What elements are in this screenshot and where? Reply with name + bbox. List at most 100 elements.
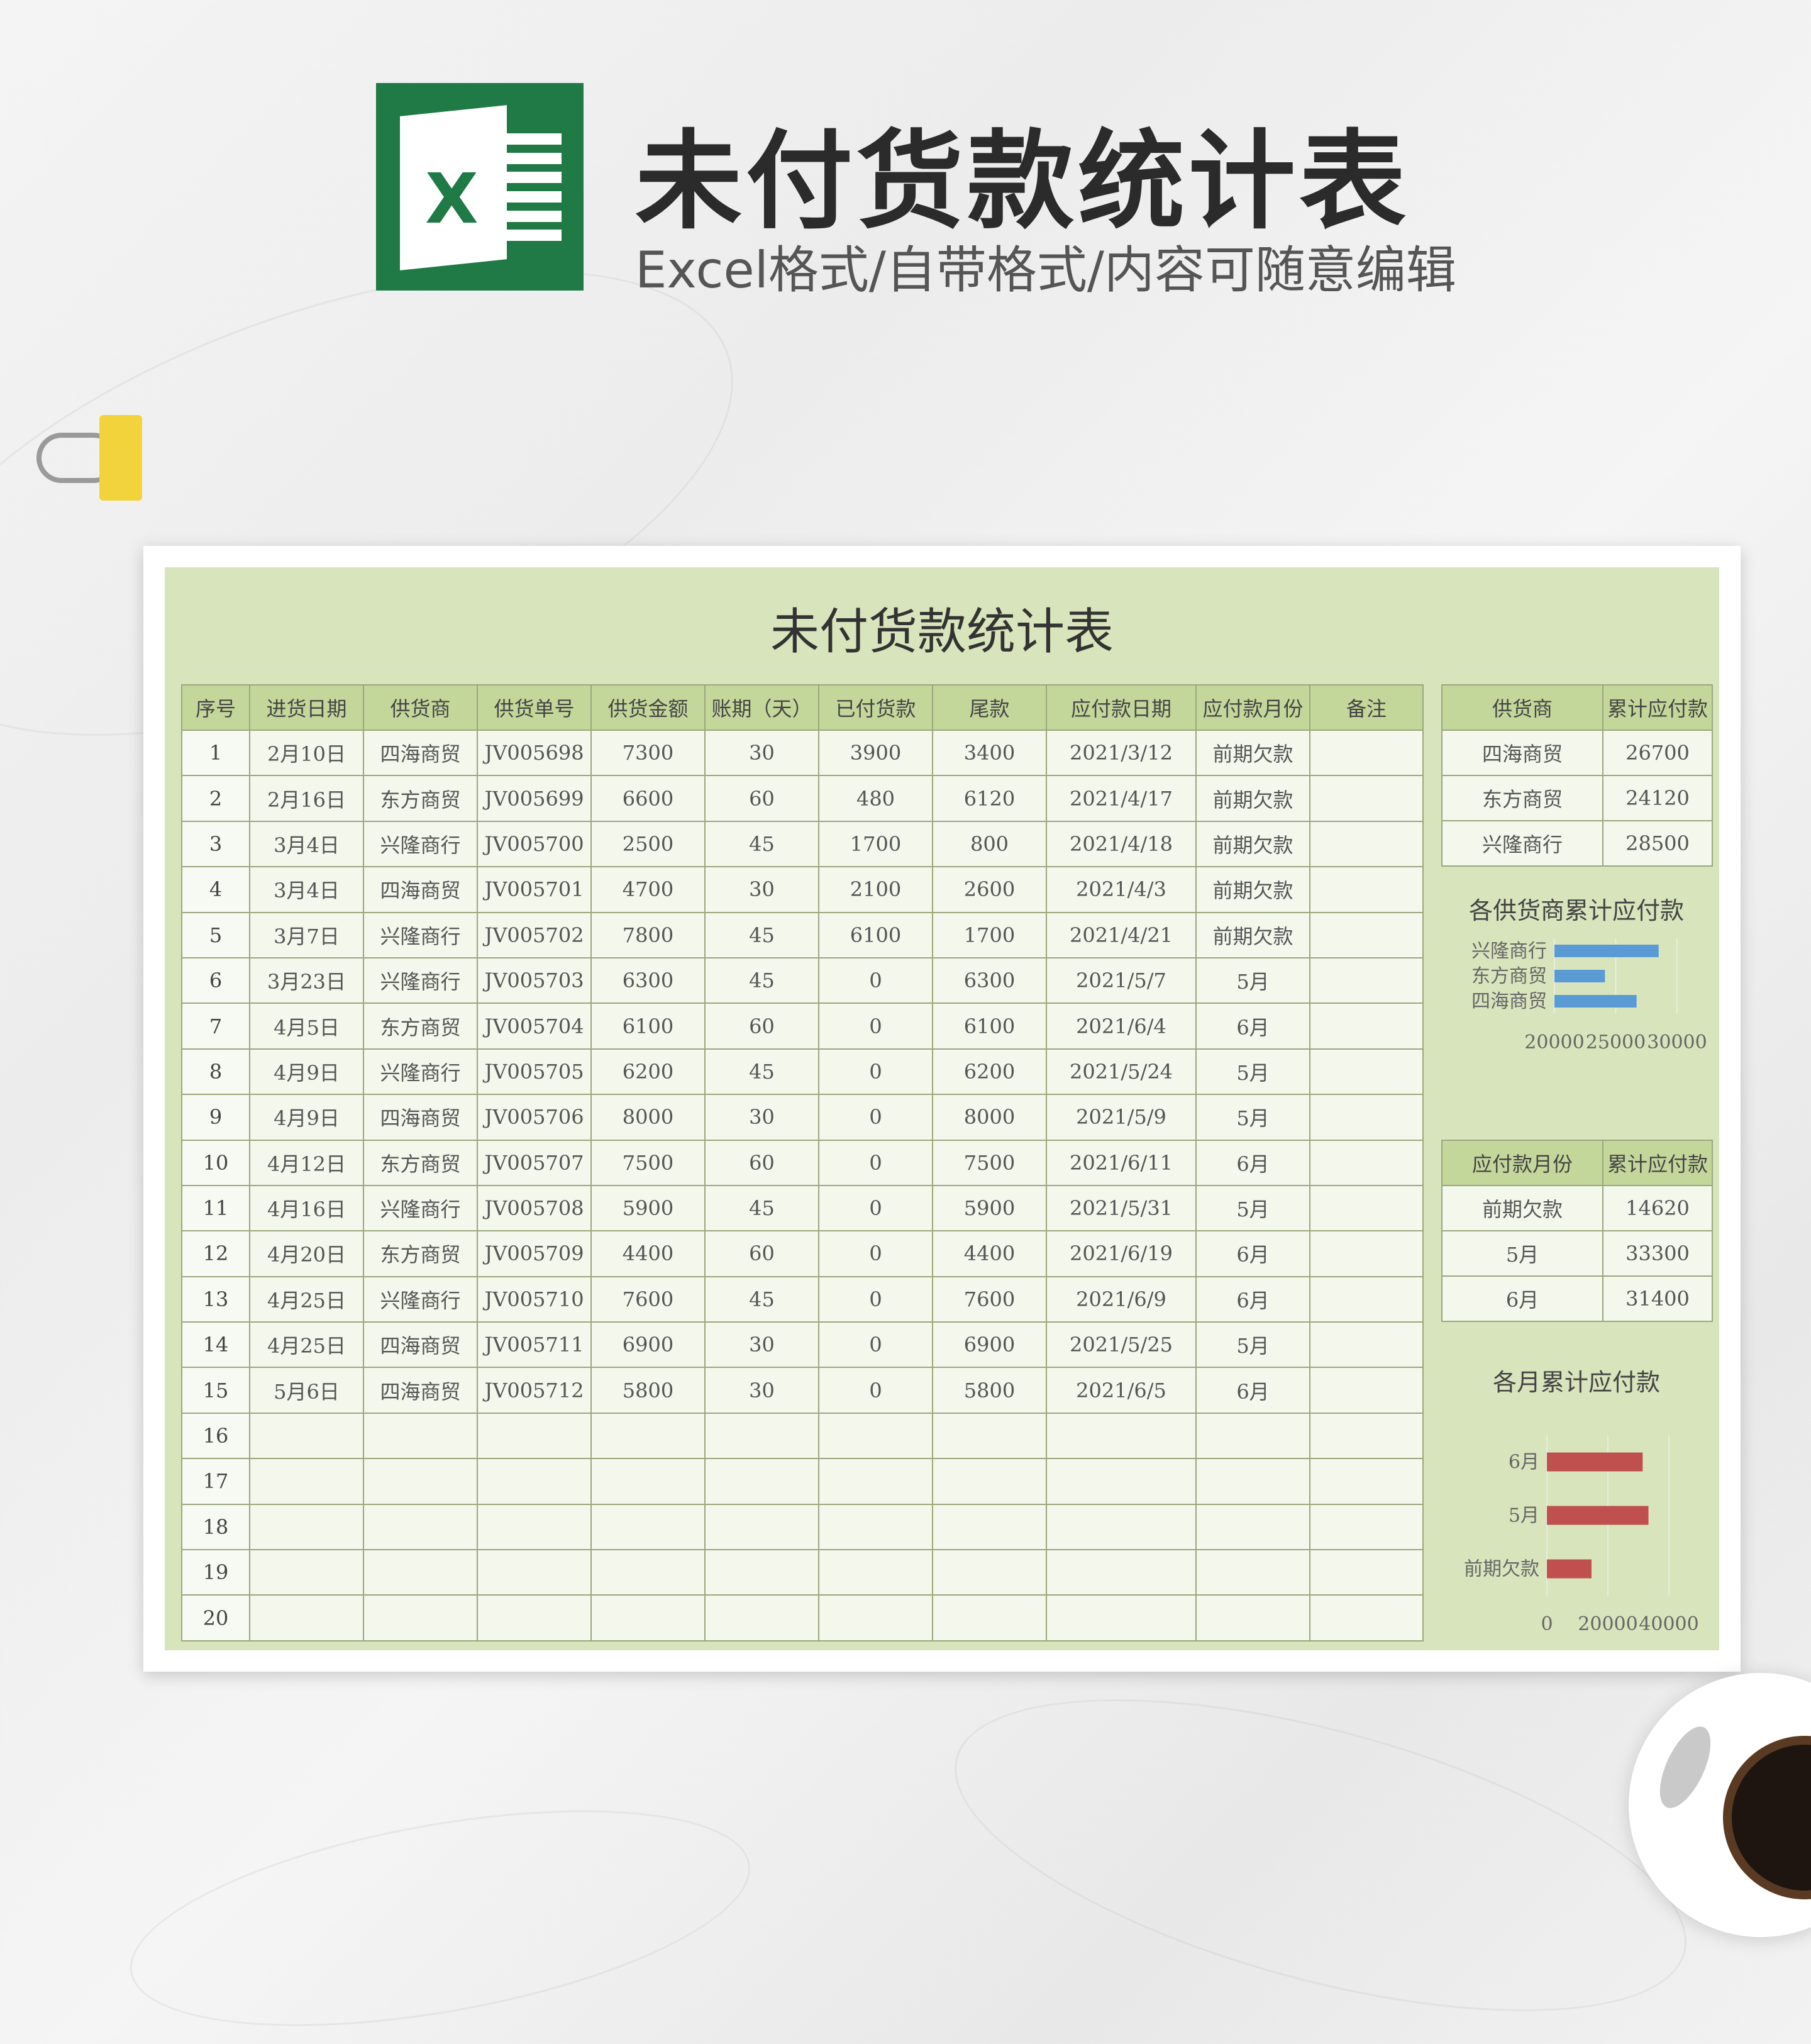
table-cell[interactable]: 2021/6/11 xyxy=(1046,1139,1197,1186)
table-cell[interactable]: 东方商贸 xyxy=(363,1139,478,1186)
table-cell[interactable]: 4月25日 xyxy=(249,1321,364,1369)
table-cell[interactable]: 6月 xyxy=(1195,1367,1310,1414)
table-cell[interactable]: 5800 xyxy=(932,1367,1047,1414)
table-cell[interactable] xyxy=(818,1549,933,1596)
table-cell[interactable]: 2021/5/24 xyxy=(1046,1048,1197,1096)
table-cell[interactable] xyxy=(932,1594,1047,1641)
table-cell[interactable]: 45 xyxy=(704,1048,819,1096)
table-cell[interactable]: 2 xyxy=(181,775,250,822)
table-cell[interactable] xyxy=(1309,1458,1424,1505)
table-cell[interactable] xyxy=(818,1503,933,1551)
table-cell[interactable] xyxy=(363,1412,478,1460)
table-cell[interactable]: 60 xyxy=(704,1003,819,1050)
table-cell[interactable]: 26700 xyxy=(1602,730,1713,776)
table-cell[interactable]: 1700 xyxy=(932,911,1047,958)
table-cell[interactable]: 兴隆商行 xyxy=(363,1048,478,1096)
table-cell[interactable]: 30 xyxy=(704,1094,819,1141)
table-cell[interactable] xyxy=(932,1549,1047,1596)
table-cell[interactable]: 6100 xyxy=(818,911,933,958)
table-cell[interactable]: 5月 xyxy=(1195,1094,1310,1141)
table-cell[interactable]: 7300 xyxy=(590,729,706,777)
table-cell[interactable]: 兴隆商行 xyxy=(363,820,478,868)
table-cell[interactable] xyxy=(1309,957,1424,1004)
table-cell[interactable]: 0 xyxy=(818,1139,933,1186)
table-cell[interactable]: 6月 xyxy=(1195,1275,1310,1323)
table-cell[interactable]: 12 xyxy=(181,1230,250,1277)
table-cell[interactable]: 7 xyxy=(181,1003,250,1050)
table-cell[interactable]: 2021/6/19 xyxy=(1046,1230,1197,1277)
table-cell[interactable] xyxy=(249,1412,364,1460)
table-cell[interactable]: 0 xyxy=(818,1094,933,1141)
table-cell[interactable]: 8 xyxy=(181,1048,250,1096)
table-cell[interactable]: 2021/5/31 xyxy=(1046,1184,1197,1232)
table-cell[interactable]: 0 xyxy=(818,1321,933,1369)
table-cell[interactable]: 四海商贸 xyxy=(363,1367,478,1414)
table-cell[interactable]: 6200 xyxy=(590,1048,706,1096)
table-cell[interactable]: 4700 xyxy=(590,866,706,913)
table-cell[interactable]: 5月 xyxy=(1195,957,1310,1004)
table-cell[interactable] xyxy=(1309,820,1424,868)
table-cell[interactable] xyxy=(477,1594,592,1641)
table-cell[interactable]: 5月 xyxy=(1195,1321,1310,1369)
table-cell[interactable] xyxy=(1309,1321,1424,1369)
table-cell[interactable]: 15 xyxy=(181,1367,250,1414)
table-cell[interactable]: 2月10日 xyxy=(249,729,364,777)
table-cell[interactable] xyxy=(704,1503,819,1551)
table-cell[interactable]: 2021/5/9 xyxy=(1046,1094,1197,1141)
table-cell[interactable]: 30 xyxy=(704,729,819,777)
table-cell[interactable] xyxy=(818,1458,933,1505)
table-cell[interactable] xyxy=(249,1458,364,1505)
table-cell[interactable]: 4月16日 xyxy=(249,1184,364,1232)
table-cell[interactable]: 7500 xyxy=(590,1139,706,1186)
table-cell[interactable] xyxy=(1309,1094,1424,1141)
table-cell[interactable]: 30 xyxy=(704,866,819,913)
table-cell[interactable]: 东方商贸 xyxy=(363,1230,478,1277)
table-cell[interactable]: 3月4日 xyxy=(249,820,364,868)
table-cell[interactable] xyxy=(818,1412,933,1460)
table-cell[interactable] xyxy=(1195,1549,1310,1596)
table-cell[interactable]: 6月 xyxy=(1195,1003,1310,1050)
table-cell[interactable]: JV005706 xyxy=(477,1094,592,1141)
table-cell[interactable] xyxy=(1309,1230,1424,1277)
table-cell[interactable]: 前期欠款 xyxy=(1441,1185,1603,1231)
table-cell[interactable]: 11 xyxy=(181,1184,250,1232)
table-cell[interactable]: 19 xyxy=(181,1549,250,1596)
table-cell[interactable]: 6300 xyxy=(932,957,1047,1004)
table-cell[interactable]: 2500 xyxy=(590,820,706,868)
table-cell[interactable]: 0 xyxy=(818,957,933,1004)
table-cell[interactable]: 28500 xyxy=(1602,820,1713,867)
table-cell[interactable]: 480 xyxy=(818,775,933,822)
table-cell[interactable]: 5800 xyxy=(590,1367,706,1414)
table-cell[interactable]: 0 xyxy=(818,1003,933,1050)
table-cell[interactable]: 前期欠款 xyxy=(1195,866,1310,913)
table-cell[interactable]: 兴隆商行 xyxy=(1441,820,1603,867)
table-cell[interactable] xyxy=(1046,1412,1197,1460)
table-cell[interactable]: 800 xyxy=(932,820,1047,868)
table-cell[interactable] xyxy=(477,1412,592,1460)
table-cell[interactable]: 3900 xyxy=(818,729,933,777)
table-cell[interactable]: 2021/5/25 xyxy=(1046,1321,1197,1369)
table-cell[interactable]: 2021/4/21 xyxy=(1046,911,1197,958)
table-cell[interactable]: 2100 xyxy=(818,866,933,913)
table-cell[interactable] xyxy=(704,1412,819,1460)
table-cell[interactable]: 60 xyxy=(704,775,819,822)
table-cell[interactable]: JV005698 xyxy=(477,729,592,777)
table-cell[interactable]: 6月 xyxy=(1195,1230,1310,1277)
table-cell[interactable]: 兴隆商行 xyxy=(363,1275,478,1323)
table-cell[interactable]: 4400 xyxy=(932,1230,1047,1277)
table-cell[interactable]: 60 xyxy=(704,1230,819,1277)
table-cell[interactable] xyxy=(704,1458,819,1505)
table-cell[interactable]: 8000 xyxy=(590,1094,706,1141)
table-cell[interactable]: JV005702 xyxy=(477,911,592,958)
table-cell[interactable]: 6100 xyxy=(932,1003,1047,1050)
table-cell[interactable] xyxy=(1309,1367,1424,1414)
table-cell[interactable]: 14620 xyxy=(1602,1185,1713,1231)
table-cell[interactable]: 4 xyxy=(181,866,250,913)
table-cell[interactable]: 45 xyxy=(704,1275,819,1323)
table-cell[interactable] xyxy=(363,1458,478,1505)
table-cell[interactable] xyxy=(1195,1458,1310,1505)
table-cell[interactable]: JV005700 xyxy=(477,820,592,868)
table-cell[interactable]: 2021/3/12 xyxy=(1046,729,1197,777)
table-cell[interactable]: 2021/4/18 xyxy=(1046,820,1197,868)
table-cell[interactable]: 31400 xyxy=(1602,1275,1713,1322)
